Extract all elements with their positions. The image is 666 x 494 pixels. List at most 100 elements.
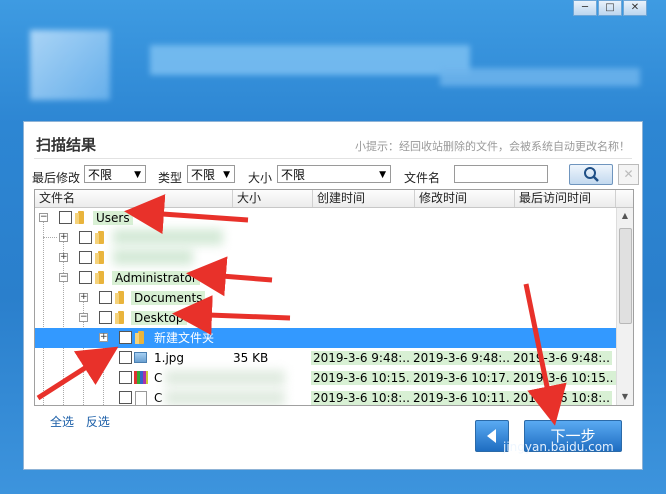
column-header-accessed[interactable]: 最后访问时间	[515, 190, 616, 207]
dialog-tip: 小提示：经回收站删除的文件，会被系统自动更改名称！	[355, 140, 630, 153]
checkbox[interactable]	[59, 211, 72, 224]
file-row[interactable]: 1.jpg 35 KB 2019-3-6 9:48:.. 2019-3-6 9:…	[35, 348, 616, 368]
file-name: C	[154, 371, 163, 385]
column-header-name[interactable]: 文件名	[35, 190, 233, 207]
search-icon	[584, 167, 599, 182]
checkbox[interactable]	[119, 371, 132, 384]
clear-search-button[interactable]: ✕	[618, 164, 639, 185]
folder-name: Documents	[131, 291, 206, 305]
last-modified-select[interactable]: 不限 ▼	[84, 165, 146, 183]
folder-icon	[135, 331, 147, 344]
collapse-toggle[interactable]: −	[59, 273, 68, 282]
tree-row-blurred[interactable]: +	[35, 228, 616, 248]
accessed-time: 2019-3-6 10:8:..	[511, 391, 612, 405]
document-file-icon	[135, 391, 147, 405]
column-header-created[interactable]: 创建时间	[313, 190, 415, 207]
checkbox[interactable]	[119, 331, 132, 344]
redacted-name	[113, 249, 193, 265]
modified-time: 2019-3-6 10:17..	[411, 371, 516, 385]
created-time: 2019-3-6 10:8:..	[311, 391, 412, 405]
expand-toggle[interactable]: +	[59, 233, 68, 242]
expand-toggle[interactable]: +	[59, 253, 68, 262]
column-header-modified[interactable]: 修改时间	[415, 190, 515, 207]
folder-name: Users	[93, 211, 133, 225]
redacted-name	[165, 390, 285, 405]
invert-selection-link[interactable]: 反选	[86, 415, 110, 429]
scroll-thumb[interactable]	[619, 228, 632, 324]
checkbox[interactable]	[79, 231, 92, 244]
tree-branch	[43, 237, 57, 238]
divider	[34, 158, 632, 159]
file-row[interactable]: C 2019-3-6 10:8:.. 2019-3-6 10:11.. 2019…	[35, 388, 616, 405]
window-minimize-button[interactable]: ─	[573, 0, 597, 16]
blurred-banner	[150, 45, 470, 75]
checkbox[interactable]	[79, 271, 92, 284]
created-time: 2019-3-6 9:48:..	[311, 351, 412, 365]
folder-icon	[95, 231, 107, 244]
column-header-size[interactable]: 大小	[233, 190, 313, 207]
file-row[interactable]: C 2019-3-6 10:15.. 2019-3-6 10:17.. 2019…	[35, 368, 616, 388]
tree-row-blurred[interactable]: +	[35, 248, 616, 268]
dropdown-arrow-icon: ▼	[134, 170, 141, 180]
folder-icon	[95, 251, 107, 264]
file-name: C	[154, 391, 163, 405]
grid-header: 文件名 大小 创建时间 修改时间 最后访问时间	[35, 190, 633, 208]
window-close-button[interactable]: ✕	[623, 0, 647, 16]
tree-row-administrator[interactable]: − Administrator	[35, 268, 616, 288]
type-select[interactable]: 不限 ▼	[187, 165, 235, 183]
scroll-down-icon[interactable]: ▼	[617, 389, 633, 405]
vertical-scrollbar[interactable]: ▲ ▼	[616, 208, 633, 405]
blurred-link	[440, 68, 640, 86]
modified-time: 2019-3-6 10:11..	[411, 391, 516, 405]
collapse-toggle[interactable]: −	[79, 313, 88, 322]
filename-input[interactable]	[454, 165, 548, 183]
selection-links: 全选 反选	[50, 413, 118, 430]
dropdown-arrow-icon: ▼	[379, 170, 386, 180]
folder-icon	[115, 291, 127, 304]
type-label: 类型	[158, 171, 183, 185]
scan-result-dialog: 扫描结果 小提示：经回收站删除的文件，会被系统自动更改名称！ 最后修改 不限 ▼ …	[23, 121, 643, 470]
expand-toggle[interactable]: +	[79, 293, 88, 302]
created-time: 2019-3-6 10:15..	[311, 371, 416, 385]
file-size: 35 KB	[233, 351, 269, 365]
select-all-link[interactable]: 全选	[50, 415, 74, 429]
scroll-up-icon[interactable]: ▲	[617, 208, 633, 224]
search-button[interactable]	[569, 164, 613, 185]
modified-time: 2019-3-6 9:48:..	[411, 351, 512, 365]
folder-icon	[75, 211, 87, 224]
folder-icon	[115, 311, 127, 324]
size-select[interactable]: 不限 ▼	[277, 165, 391, 183]
image-file-icon	[134, 352, 147, 363]
tree-row-documents[interactable]: + Documents	[35, 288, 616, 308]
archive-file-icon	[134, 371, 148, 384]
last-modified-label: 最后修改	[32, 171, 81, 185]
checkbox[interactable]	[119, 391, 132, 404]
checkbox[interactable]	[119, 351, 132, 364]
folder-name: Desktop	[131, 311, 187, 325]
collapse-toggle[interactable]: −	[39, 213, 48, 222]
folder-icon	[95, 271, 107, 284]
window-maximize-button[interactable]: □	[598, 0, 622, 16]
redacted-name	[165, 370, 285, 386]
checkbox[interactable]	[79, 251, 92, 264]
close-icon: ✕	[623, 167, 634, 181]
filename-label: 文件名	[404, 171, 441, 185]
tree-row-desktop[interactable]: − Desktop	[35, 308, 616, 328]
dropdown-arrow-icon: ▼	[223, 170, 230, 180]
filter-bar: 最后修改 不限 ▼ 类型 不限 ▼ 大小 不限 ▼ 文件名 ✕	[32, 164, 639, 187]
checkbox[interactable]	[99, 291, 112, 304]
blurred-logo	[30, 30, 110, 100]
file-name: 1.jpg	[154, 351, 185, 365]
folder-name: Administrator	[112, 271, 200, 285]
accessed-time: 2019-3-6 10:15..	[511, 371, 616, 385]
tree-row-new-folder[interactable]: + 新建文件夹	[35, 328, 616, 348]
expand-toggle[interactable]: +	[99, 333, 108, 342]
tree-row-users[interactable]: − Users	[35, 208, 616, 228]
accessed-time: 2019-3-6 9:48:..	[511, 351, 612, 365]
file-tree-grid: 文件名 大小 创建时间 修改时间 最后访问时间 − Users + + − Ad…	[34, 189, 634, 406]
watermark: jingyan.baidu.com	[503, 440, 614, 454]
dialog-title: 扫描结果	[36, 136, 97, 154]
size-label: 大小	[248, 171, 273, 185]
folder-name: 新建文件夹	[154, 331, 215, 345]
checkbox[interactable]	[99, 311, 112, 324]
